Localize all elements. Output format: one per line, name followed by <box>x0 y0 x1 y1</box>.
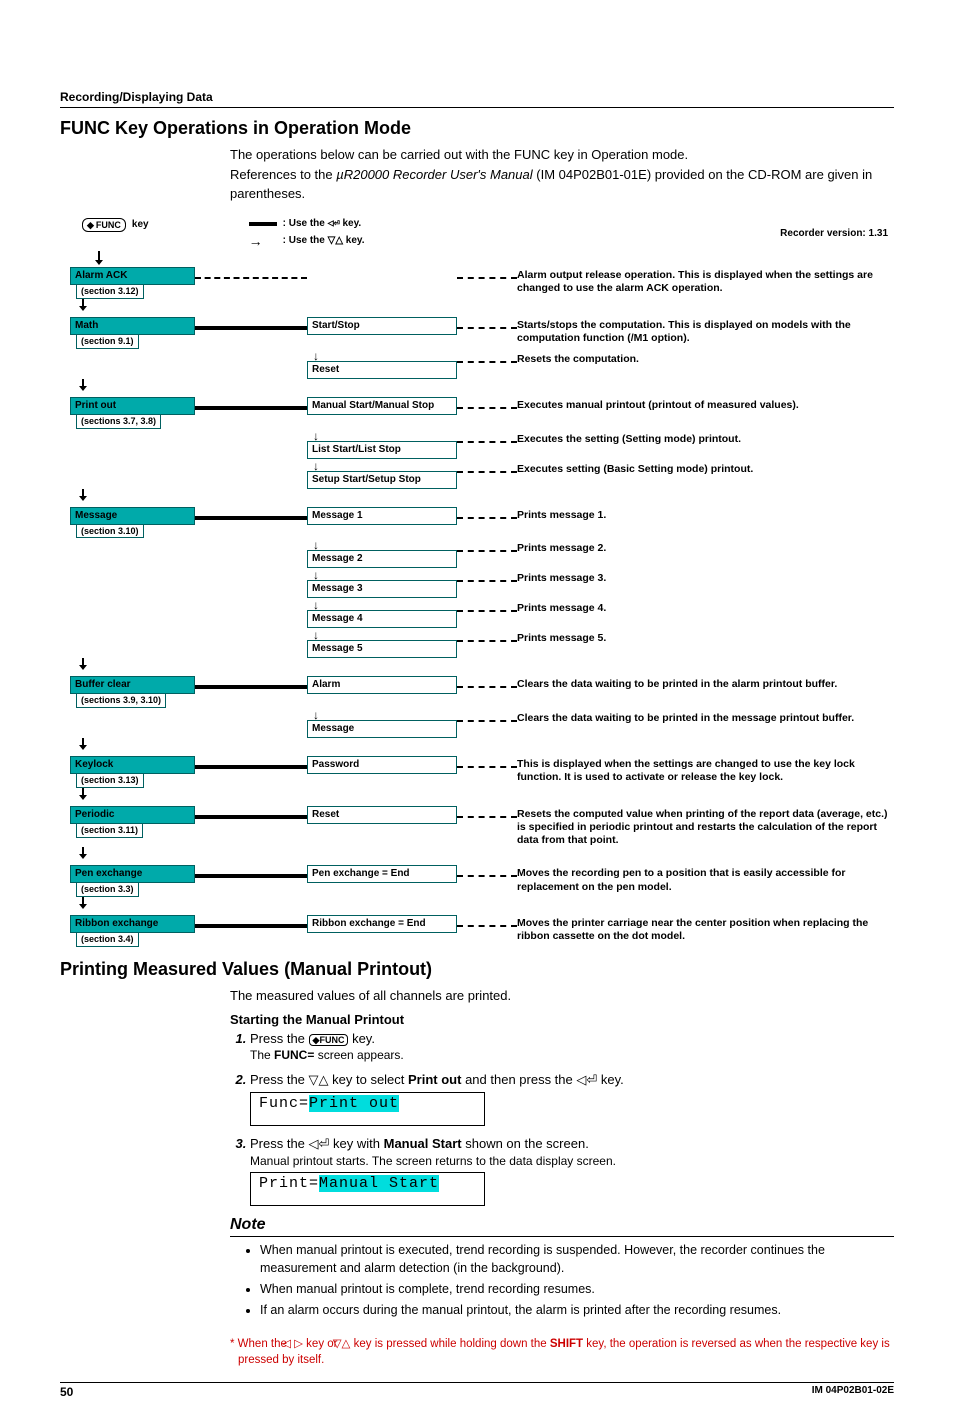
note-1: When manual printout is executed, trend … <box>260 1241 894 1279</box>
heading-printing: Printing Measured Values (Manual Printou… <box>60 959 894 980</box>
recorder-version: Recorder version: 1.31 <box>780 228 888 240</box>
submenu-2-2: Setup Start/Setup Stop <box>307 471 457 489</box>
submenu-1-1: Reset <box>307 361 457 379</box>
func-keycap: ◆FUNC <box>309 1034 349 1046</box>
submenu-3-1: Message 2 <box>307 550 457 568</box>
intro-line1: The operations below can be carried out … <box>230 145 894 165</box>
screen-func-printout: Func=Print out <box>250 1092 485 1126</box>
page-number: 50 <box>60 1385 73 1399</box>
menu-8: Ribbon exchange <box>70 915 195 933</box>
starting-header: Starting the Manual Printout <box>230 1012 894 1027</box>
desc: This is displayed when the settings are … <box>517 756 894 788</box>
step-2: Press the ▽△ key to select Print out and… <box>250 1072 894 1126</box>
submenu-2-0: Manual Start/Manual Stop <box>307 397 457 415</box>
enter-icon: ◁⏎ <box>309 1137 330 1152</box>
submenu-3-0: Message 1 <box>307 507 457 525</box>
submenu-3-2: Message 3 <box>307 580 457 598</box>
desc: Alarm output release operation. This is … <box>517 267 894 299</box>
submenu-7-0: Pen exchange = End <box>307 865 457 883</box>
screen-print-manualstart: Print=Manual Start <box>250 1172 485 1206</box>
submenu-2-1: List Start/List Stop <box>307 441 457 459</box>
menu-5: Keylock <box>70 756 195 774</box>
func-key-icon: ◆FUNC <box>82 218 126 233</box>
desc: Moves the printer carriage near the cent… <box>517 915 894 947</box>
submenu-3-4: Message 5 <box>307 640 457 658</box>
desc: Executes the setting (Setting mode) prin… <box>517 431 894 459</box>
step-3: Press the ◁⏎ key with Manual Start shown… <box>250 1136 894 1206</box>
intro-line2: References to the µR20000 Recorder User'… <box>230 165 894 204</box>
menu-6-section: (section 3.11) <box>76 824 143 838</box>
menu-5-section: (section 3.13) <box>76 774 144 788</box>
printing-intro: The measured values of all channels are … <box>230 986 894 1006</box>
submenu-1-0: Start/Stop <box>307 317 457 335</box>
page-footer: 50 IM 04P02B01-02E <box>60 1382 894 1399</box>
menu-1-section: (section 9.1) <box>76 335 139 349</box>
desc: Starts/stops the computation. This is di… <box>517 317 894 349</box>
menu-1: Math <box>70 317 195 335</box>
enter-icon: ◁⏎ <box>576 1073 597 1088</box>
menu-7-section: (section 3.3) <box>76 883 139 897</box>
menu-0: Alarm ACK <box>70 267 195 285</box>
desc: Resets the computation. <box>517 351 894 379</box>
func-key-diagram: ◆FUNC key : Use the ◁⏎ key. : Use the ▽△… <box>60 218 894 948</box>
desc: Clears the data waiting to be printed in… <box>517 676 894 708</box>
submenu-3-3: Message 4 <box>307 610 457 628</box>
desc: Prints message 1. <box>517 507 894 539</box>
desc: Executes setting (Basic Setting mode) pr… <box>517 461 894 489</box>
menu-3-section: (section 3.10) <box>76 525 144 539</box>
step-1: Press the ◆FUNC key. The FUNC= screen ap… <box>250 1031 894 1062</box>
submenu-4-0: Alarm <box>307 676 457 694</box>
legend-updown-text: : Use the ▽△ key. <box>283 235 365 247</box>
menu-4-section: (sections 3.9, 3.10) <box>76 694 166 708</box>
legend-arrow <box>249 233 277 250</box>
key-label: key <box>132 219 149 231</box>
desc: Prints message 3. <box>517 570 894 598</box>
note-3: If an alarm occurs during the manual pri… <box>260 1301 894 1320</box>
menu-4: Buffer clear <box>70 676 195 694</box>
menu-0-section: (section 3.12) <box>76 285 144 299</box>
desc: Moves the recording pen to a position th… <box>517 865 894 897</box>
footnote: * When the ◁ ▷ key or ▽△ key is pressed … <box>230 1336 894 1368</box>
heading-func-ops: FUNC Key Operations in Operation Mode <box>60 118 894 139</box>
menu-6: Periodic <box>70 806 195 824</box>
menu-8-section: (section 3.4) <box>76 933 139 947</box>
desc: Prints message 2. <box>517 540 894 568</box>
desc: Clears the data waiting to be printed in… <box>517 710 894 738</box>
menu-7: Pen exchange <box>70 865 195 883</box>
doc-id: IM 04P02B01-02E <box>812 1385 894 1399</box>
menu-2: Print out <box>70 397 195 415</box>
submenu-6-0: Reset <box>307 806 457 824</box>
steps-list: Press the ◆FUNC key. The FUNC= screen ap… <box>250 1031 894 1206</box>
legend-thick-line <box>249 222 277 226</box>
updown-icon: ▽△ <box>309 1072 329 1088</box>
desc: Prints message 4. <box>517 600 894 628</box>
notes-list: When manual printout is executed, trend … <box>260 1241 894 1320</box>
submenu-5-0: Password <box>307 756 457 774</box>
menu-2-section: (sections 3.7, 3.8) <box>76 415 161 429</box>
menu-3: Message <box>70 507 195 525</box>
desc: Prints message 5. <box>517 630 894 658</box>
legend-enter-text: : Use the ◁⏎ key. <box>283 218 362 231</box>
desc: Resets the computed value when printing … <box>517 806 894 847</box>
note-2: When manual printout is complete, trend … <box>260 1280 894 1299</box>
section-header: Recording/Displaying Data <box>60 90 894 108</box>
note-header: Note <box>230 1216 894 1237</box>
desc: Executes manual printout (printout of me… <box>517 397 894 429</box>
submenu-8-0: Ribbon exchange = End <box>307 915 457 933</box>
down-arrow-icon <box>92 251 106 265</box>
submenu-4-1: Message <box>307 720 457 738</box>
